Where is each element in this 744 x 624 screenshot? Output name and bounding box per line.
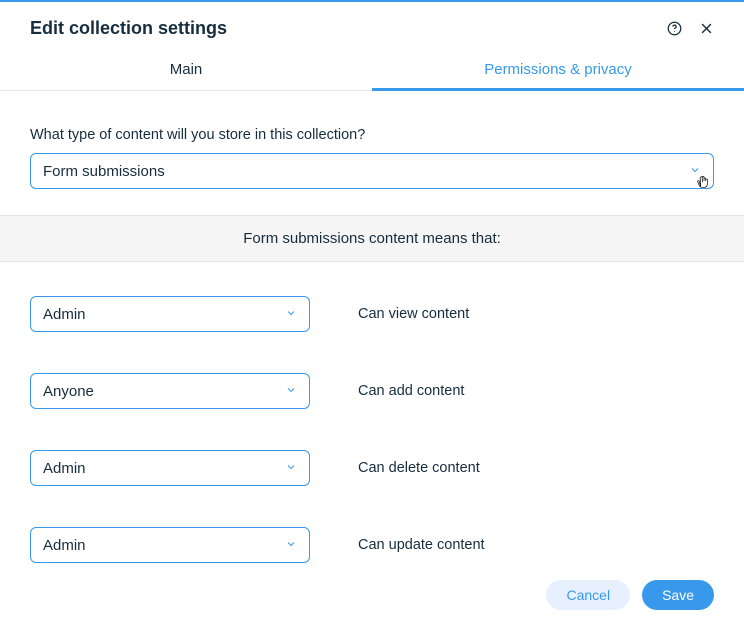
modal-header: Edit collection settings [0,2,744,51]
content-area: What type of content will you store in t… [0,91,744,563]
view-permission-label: Can view content [358,306,469,322]
content-means-subheader: Form submissions content means that: [0,215,744,262]
header-actions [666,21,714,37]
chevron-down-icon [285,306,297,323]
view-role-value: Admin [43,306,86,323]
chevron-down-icon [689,163,701,180]
permission-row-update: Admin Can update content [30,527,714,563]
update-role-select[interactable]: Admin [30,527,310,563]
add-role-select[interactable]: Anyone [30,373,310,409]
close-icon[interactable] [698,21,714,37]
content-type-label: What type of content will you store in t… [30,127,714,143]
chevron-down-icon [285,383,297,400]
permission-row-add: Anyone Can add content [30,373,714,409]
permission-row-delete: Admin Can delete content [30,450,714,486]
add-role-value: Anyone [43,383,94,400]
content-type-value: Form submissions [43,163,165,180]
delete-role-select[interactable]: Admin [30,450,310,486]
modal-title: Edit collection settings [30,18,227,39]
cancel-button[interactable]: Cancel [546,580,630,610]
view-role-select[interactable]: Admin [30,296,310,332]
chevron-down-icon [285,460,297,477]
update-role-value: Admin [43,537,86,554]
tabs: Main Permissions & privacy [0,51,744,91]
help-icon[interactable] [666,21,682,37]
permission-row-view: Admin Can view content [30,296,714,332]
save-button[interactable]: Save [642,580,714,610]
modal-footer: Cancel Save [0,566,744,624]
delete-permission-label: Can delete content [358,460,480,476]
add-permission-label: Can add content [358,383,464,399]
tab-main[interactable]: Main [0,51,372,90]
content-type-select[interactable]: Form submissions [30,153,714,189]
delete-role-value: Admin [43,460,86,477]
tab-permissions[interactable]: Permissions & privacy [372,51,744,90]
update-permission-label: Can update content [358,537,485,553]
permissions-list: Admin Can view content Anyone Can add co… [30,296,714,563]
chevron-down-icon [285,537,297,554]
